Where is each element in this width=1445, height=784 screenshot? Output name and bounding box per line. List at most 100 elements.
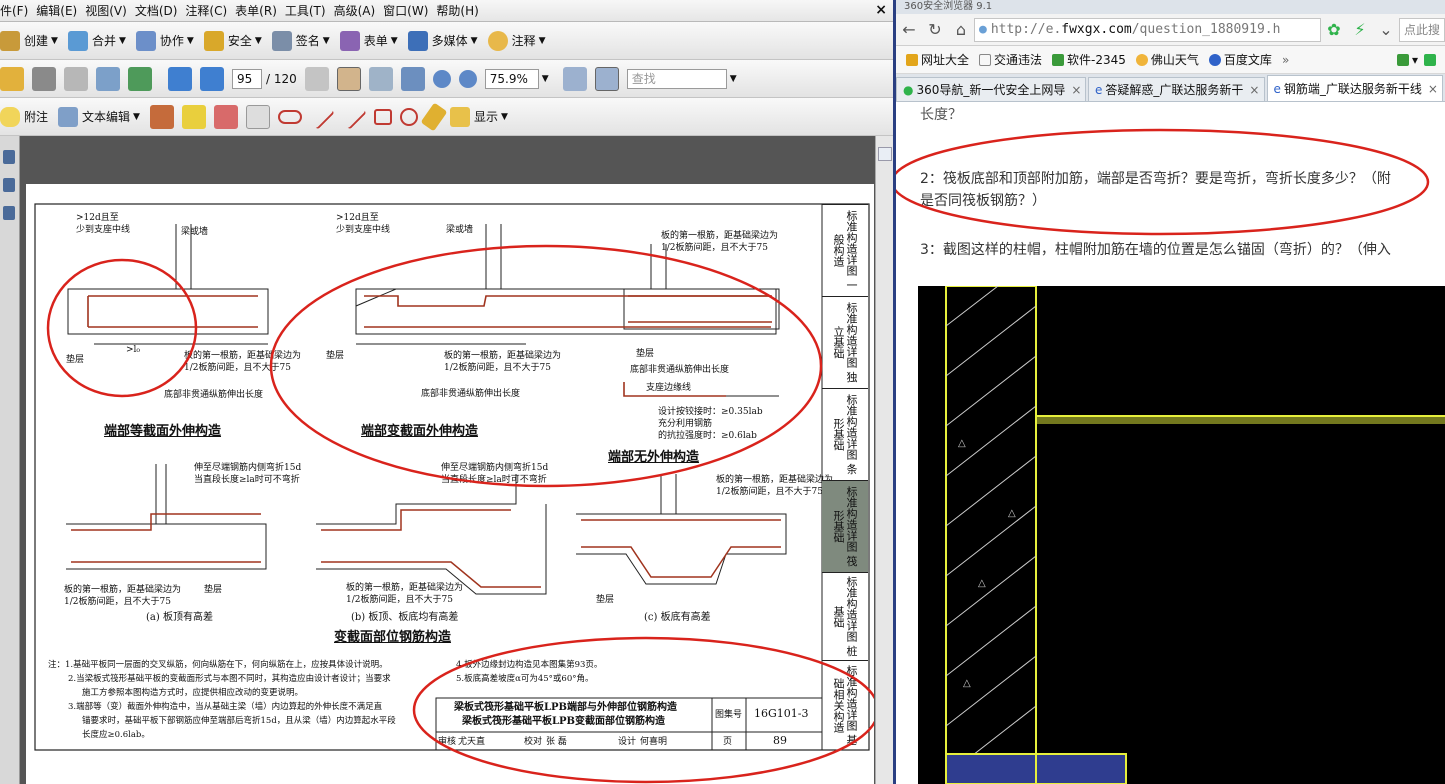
- arrow-tool-icon[interactable]: [309, 103, 335, 130]
- search-box[interactable]: 点此搜: [1399, 17, 1445, 42]
- drawing-page-number: 89: [773, 734, 787, 747]
- create-button[interactable]: 创建 ▼: [0, 30, 58, 51]
- page-number-input[interactable]: 95: [232, 68, 262, 89]
- menu-help[interactable]: 帮助(H): [436, 2, 486, 19]
- dropdown-arrow-icon: ▼: [118, 35, 126, 46]
- fit-width-icon[interactable]: [594, 66, 619, 91]
- menu-window[interactable]: 窗口(W): [383, 2, 436, 19]
- comment-button[interactable]: 注释 ▼: [487, 30, 546, 51]
- oval-tool-icon[interactable]: [399, 107, 418, 126]
- textbox-icon[interactable]: [245, 104, 270, 129]
- print-icon[interactable]: [32, 66, 56, 91]
- note-button[interactable]: 附注: [0, 106, 49, 127]
- rectangle-tool-icon[interactable]: [373, 108, 392, 125]
- cloud-icon[interactable]: [277, 109, 302, 124]
- close-tab-icon[interactable]: ×: [1071, 83, 1081, 97]
- bookmarks-panel-icon[interactable]: [3, 178, 15, 192]
- text-edit-button[interactable]: 文本编辑 ▼: [58, 106, 140, 127]
- combine-button[interactable]: 合并 ▼: [67, 30, 126, 51]
- menu-comments[interactable]: 注释(C): [185, 2, 235, 19]
- menu-edit[interactable]: 编辑(E): [36, 2, 85, 19]
- page-icon: [979, 53, 992, 66]
- apps-icon[interactable]: ▾: [1396, 53, 1439, 67]
- drawing-label: 1/2板筋间距，且不大于75: [184, 363, 291, 373]
- previous-page-icon[interactable]: [168, 66, 192, 91]
- back-icon[interactable]: ←: [896, 20, 922, 39]
- bookmark-item[interactable]: 佛山天气: [1135, 51, 1199, 68]
- upload-icon[interactable]: [128, 66, 152, 91]
- drawing-label: 充分利用钢筋: [658, 419, 713, 429]
- zoom-in-icon[interactable]: [458, 69, 477, 88]
- zoom-tool-icon[interactable]: [400, 66, 425, 91]
- line-tool-icon[interactable]: [341, 103, 367, 130]
- stamp-icon[interactable]: [149, 104, 174, 129]
- drawing-label: >12d且至: [336, 213, 379, 223]
- address-bar[interactable]: ● http://e. fwxgx.com/question_1880919.h: [974, 17, 1321, 42]
- pages-panel-icon[interactable]: [3, 150, 15, 164]
- tab-strip: ● 360导航_新一代安全上网导 × e 答疑解惑_广联达服务新干 × e 钢筋端_广联达…: [896, 74, 1445, 102]
- home-icon[interactable]: ⌂: [948, 20, 974, 39]
- show-button[interactable]: 显示 ▼: [449, 106, 508, 127]
- callout-icon[interactable]: [213, 104, 238, 129]
- design-name: 何喜明: [640, 737, 668, 747]
- note-label: 附注: [24, 110, 49, 124]
- menu-document[interactable]: 文档(D): [135, 2, 186, 19]
- menu-forms[interactable]: 表单(R): [235, 2, 285, 19]
- sign-button[interactable]: 签名 ▼: [271, 30, 330, 51]
- drawing-label: 垫层: [66, 355, 85, 365]
- dropdown-arrow-icon: ▼: [254, 35, 262, 46]
- drawing-label: 1/2板筋间距，且不大于75: [661, 243, 768, 253]
- lightning-icon[interactable]: ⚡: [1347, 20, 1373, 39]
- secure-button[interactable]: 安全 ▼: [203, 30, 262, 51]
- combine-icon: [67, 30, 88, 51]
- side-tab-general: 标准构造详图 一般构造: [822, 204, 868, 296]
- pencil-icon[interactable]: [420, 102, 448, 131]
- refresh-icon[interactable]: ↻: [922, 20, 948, 39]
- close-tab-icon[interactable]: ×: [1428, 82, 1438, 96]
- find-input[interactable]: 查找: [626, 68, 727, 89]
- collaborate-button[interactable]: 协作 ▼: [135, 30, 194, 51]
- browser-tab[interactable]: ● 360导航_新一代安全上网导 ×: [896, 77, 1086, 101]
- pdf-viewer-window: 件(F) 编辑(E) 视图(V) 文档(D) 注释(C) 表单(R) 工具(T)…: [0, 0, 893, 784]
- drawing-label: 垫层: [204, 585, 223, 595]
- drawing-label: 1/2板筋间距，且不大于75: [444, 363, 551, 373]
- menu-view[interactable]: 视图(V): [85, 2, 135, 19]
- address-dropdown-icon[interactable]: ⌄: [1373, 20, 1399, 39]
- email-icon[interactable]: [96, 66, 120, 91]
- forms-button[interactable]: 表单 ▼: [339, 30, 398, 51]
- save-icon[interactable]: [64, 66, 88, 91]
- close-tab-icon[interactable]: ×: [1249, 83, 1259, 97]
- fit-page-icon[interactable]: [562, 66, 587, 91]
- highlight-icon[interactable]: [181, 104, 206, 129]
- next-page-icon[interactable]: [200, 66, 224, 91]
- scroll-up-icon[interactable]: [878, 147, 892, 161]
- close-document-button[interactable]: ×: [875, 2, 887, 18]
- bookmark-item[interactable]: 交通违法: [979, 51, 1042, 68]
- bookmark-item[interactable]: 软件-2345: [1052, 51, 1126, 68]
- open-folder-icon[interactable]: [0, 66, 24, 91]
- marquee-zoom-icon[interactable]: [368, 66, 393, 91]
- zoom-level-input[interactable]: 75.9%: [484, 68, 539, 89]
- menu-advanced[interactable]: 高级(A): [334, 2, 384, 19]
- more-bookmarks-icon[interactable]: »: [1282, 53, 1289, 67]
- multimedia-button[interactable]: 多媒体 ▼: [407, 30, 478, 51]
- zoom-out-icon[interactable]: [432, 69, 451, 88]
- check-name: 张 磊: [546, 737, 567, 747]
- page-label: 页: [723, 737, 733, 747]
- menu-tools[interactable]: 工具(T): [285, 2, 334, 19]
- zoom-dropdown-icon[interactable]: ▼: [542, 74, 549, 84]
- select-tool-icon[interactable]: [304, 66, 329, 91]
- menu-file[interactable]: 件(F): [0, 2, 36, 19]
- signatures-panel-icon[interactable]: [3, 206, 15, 220]
- find-dropdown-icon[interactable]: ▼: [730, 74, 737, 84]
- tab-favicon: e: [1273, 81, 1281, 96]
- drawing-label: 1/2板筋间距，且不大于75: [716, 487, 823, 497]
- hand-tool-icon[interactable]: [336, 66, 361, 91]
- bookmark-item[interactable]: 百度文库: [1208, 51, 1272, 68]
- browser-tab-active[interactable]: e 钢筋端_广联达服务新干线 ×: [1266, 75, 1443, 101]
- question-text: 长度？: [920, 107, 962, 123]
- browser-tab[interactable]: e 答疑解惑_广联达服务新干 ×: [1088, 77, 1265, 101]
- bookmark-item[interactable]: 网址大全: [906, 51, 969, 68]
- security-icon[interactable]: ✿: [1321, 20, 1347, 39]
- vertical-scrollbar[interactable]: [875, 136, 893, 784]
